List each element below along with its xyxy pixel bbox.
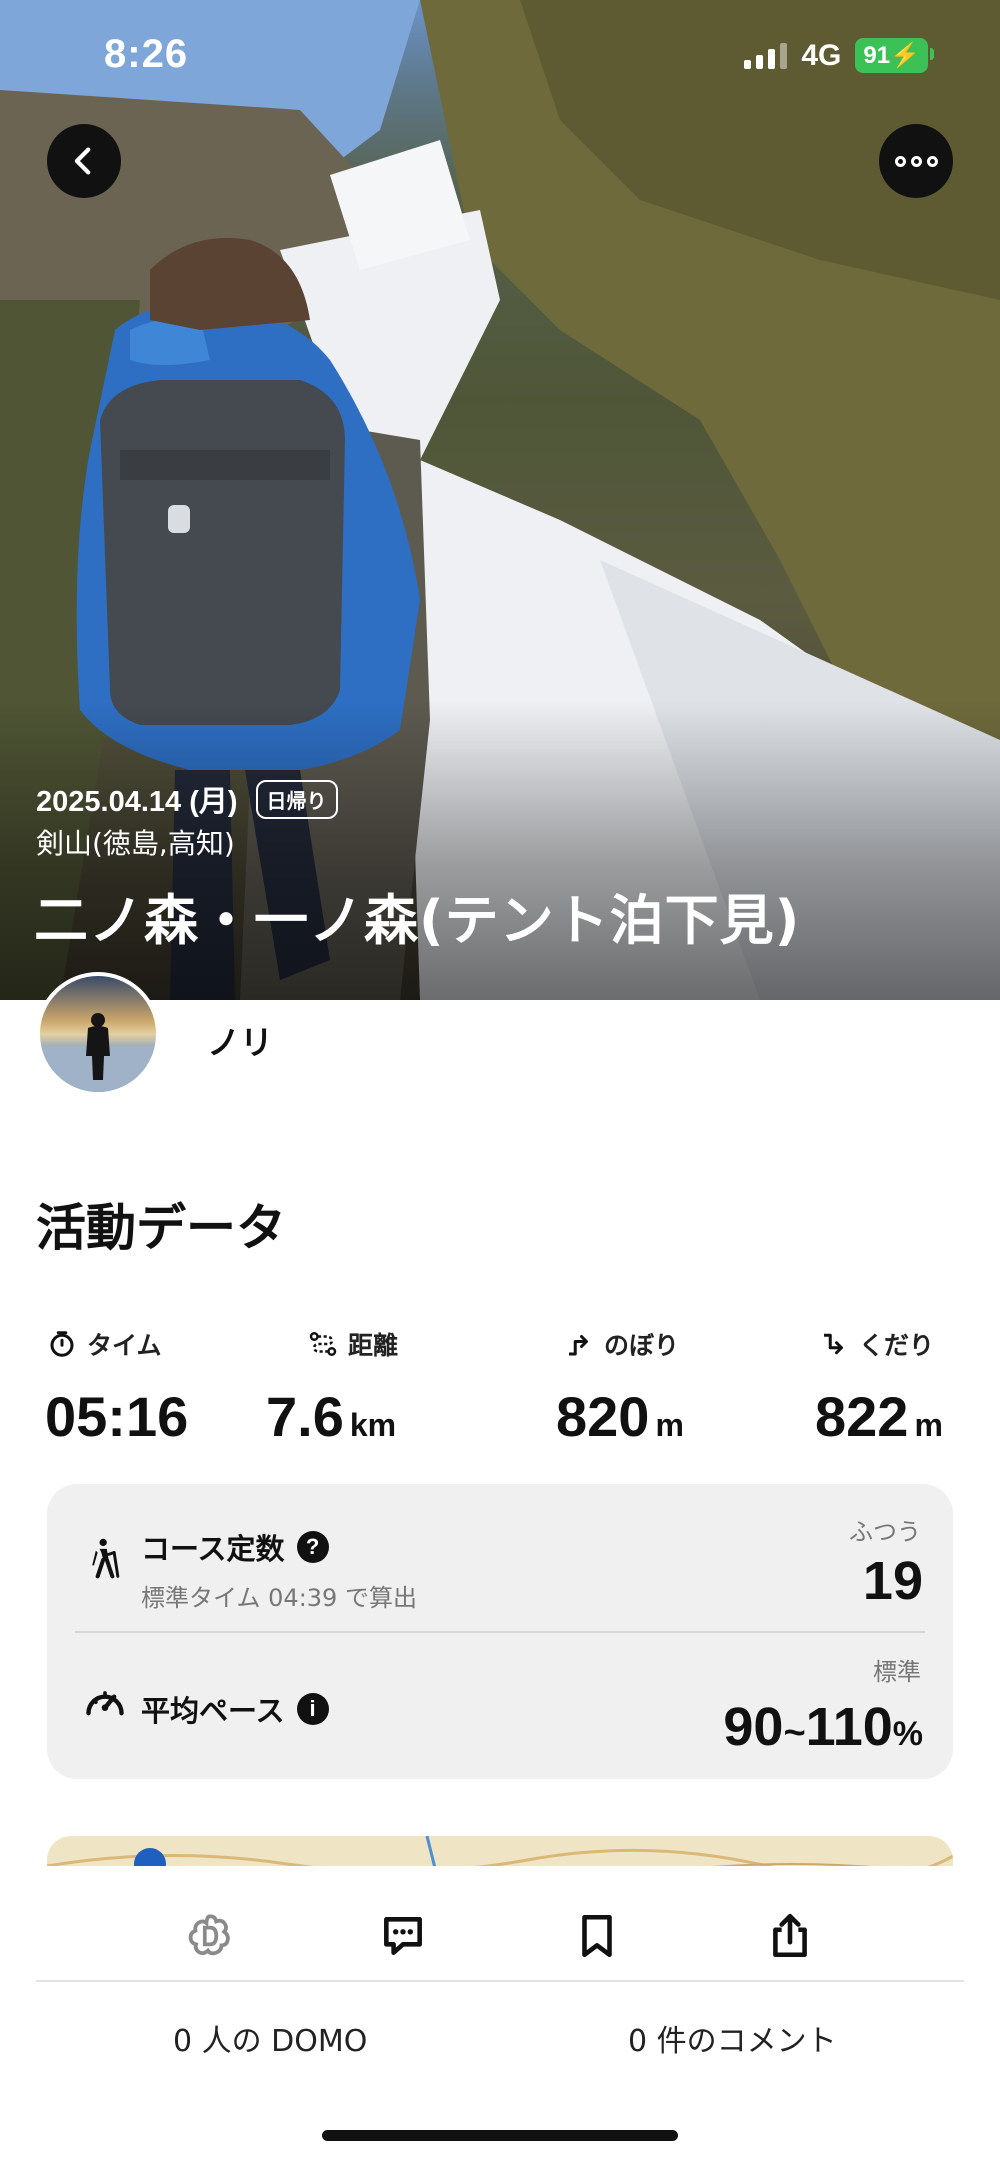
course-constant-label: コース定数 [141,1532,285,1566]
status-time: 8:26 [104,32,189,76]
comment-count-link[interactable]: 0 件のコメント [628,2016,837,2060]
stat-descent-label: くだり [859,1331,935,1360]
course-constant-subtext: 標準タイム 04:39 で算出 [141,1584,417,1612]
domo-count-link[interactable]: 0 人の DOMO [173,2016,367,2060]
mountain-location[interactable]: 剣山(徳島,高知) [36,822,235,862]
stat-distance-unit: km [349,1407,397,1443]
share-button[interactable] [750,1896,830,1976]
day-trip-badge: 日帰り [255,779,338,819]
stat-time: タイム 05:16 [45,1326,189,1449]
course-constant-level: ふつう [849,1518,921,1546]
user-avatar[interactable] [36,972,160,1096]
stat-distance: 距離 7.6 km [266,1326,399,1449]
course-constant-row[interactable]: コース定数 ? 標準タイム 04:39 で算出 ふつう 19 [47,1484,953,1632]
more-dots-icon [894,155,938,167]
stat-distance-label: 距離 [348,1331,399,1360]
bottom-divider [36,1980,964,1982]
speedometer-icon [86,1691,124,1716]
descent-icon [824,1333,843,1355]
stat-distance-value: 7.6 [266,1385,344,1448]
stat-descent-unit: m [914,1407,943,1443]
domo-button[interactable] [170,1896,250,1976]
network-type: 4G [801,38,842,72]
course-info-card: コース定数 ? 標準タイム 04:39 で算出 ふつう 19 平均ペース i 標… [47,1484,953,1779]
stat-time-value: 05:16 [45,1385,189,1448]
stat-time-label: タイム [87,1331,162,1360]
activity-meta: 2025.04.14 (月) 日帰り [36,778,338,820]
battery-level: 91 [863,42,891,69]
activity-date: 2025.04.14 (月) [36,786,238,818]
hero-photo-area: 8:26 4G 91⚡ 2025.04.14 (月) 日帰り 剣山(徳島,高知)… [0,0,1000,1000]
share-icon [773,1913,807,1958]
ascent-icon [569,1335,588,1356]
average-pace-row[interactable]: 平均ペース i 標準 90~110% [47,1632,953,1779]
more-options-button[interactable] [879,124,953,198]
stat-ascent-label: のぼり [604,1331,680,1360]
comment-button[interactable] [363,1896,443,1976]
back-button[interactable] [47,124,121,198]
battery-icon: 91⚡ [855,38,934,73]
info-icon[interactable]: i [296,1693,329,1725]
bottom-action-bar: 0 人の DOMO 0 件のコメント [0,1866,1000,2164]
activity-title: 二ノ森・一ノ森(テント泊下見) [34,889,801,952]
status-bar: 8:26 4G 91⚡ [0,0,1000,110]
stat-ascent-unit: m [655,1407,684,1443]
activity-data-title: 活動データ [36,1199,286,1257]
status-indicators: 4G 91⚡ [744,38,934,73]
username[interactable]: ノリ [207,1016,273,1064]
route-icon [309,1332,337,1356]
activity-stats: タイム 05:16 距離 7.6 km のぼり 820 m くだり 822 m [36,1326,964,1456]
hiker-icon [92,1538,120,1579]
domo-flower-icon [188,1914,230,1956]
avatar-silhouette [40,1013,156,1092]
average-pace-level: 標準 [873,1658,921,1686]
stopwatch-icon [50,1331,74,1357]
home-indicator [322,2130,678,2141]
help-icon[interactable]: ? [296,1531,329,1563]
stat-descent-value: 822 [815,1385,909,1448]
signal-icon [744,42,788,69]
comment-icon [384,1917,422,1955]
chevron-left-icon [74,147,91,175]
bookmark-icon [582,1914,612,1958]
course-constant-value: 19 [862,1551,923,1611]
average-pace-value: 90~110% [723,1697,923,1757]
action-row [0,1896,1000,1976]
average-pace-label: 平均ペース [141,1694,285,1728]
stat-ascent: のぼり 820 m [556,1326,684,1449]
stat-descent: くだり 822 m [815,1326,943,1449]
stat-ascent-value: 820 [556,1385,650,1448]
bookmark-button[interactable] [557,1896,637,1976]
